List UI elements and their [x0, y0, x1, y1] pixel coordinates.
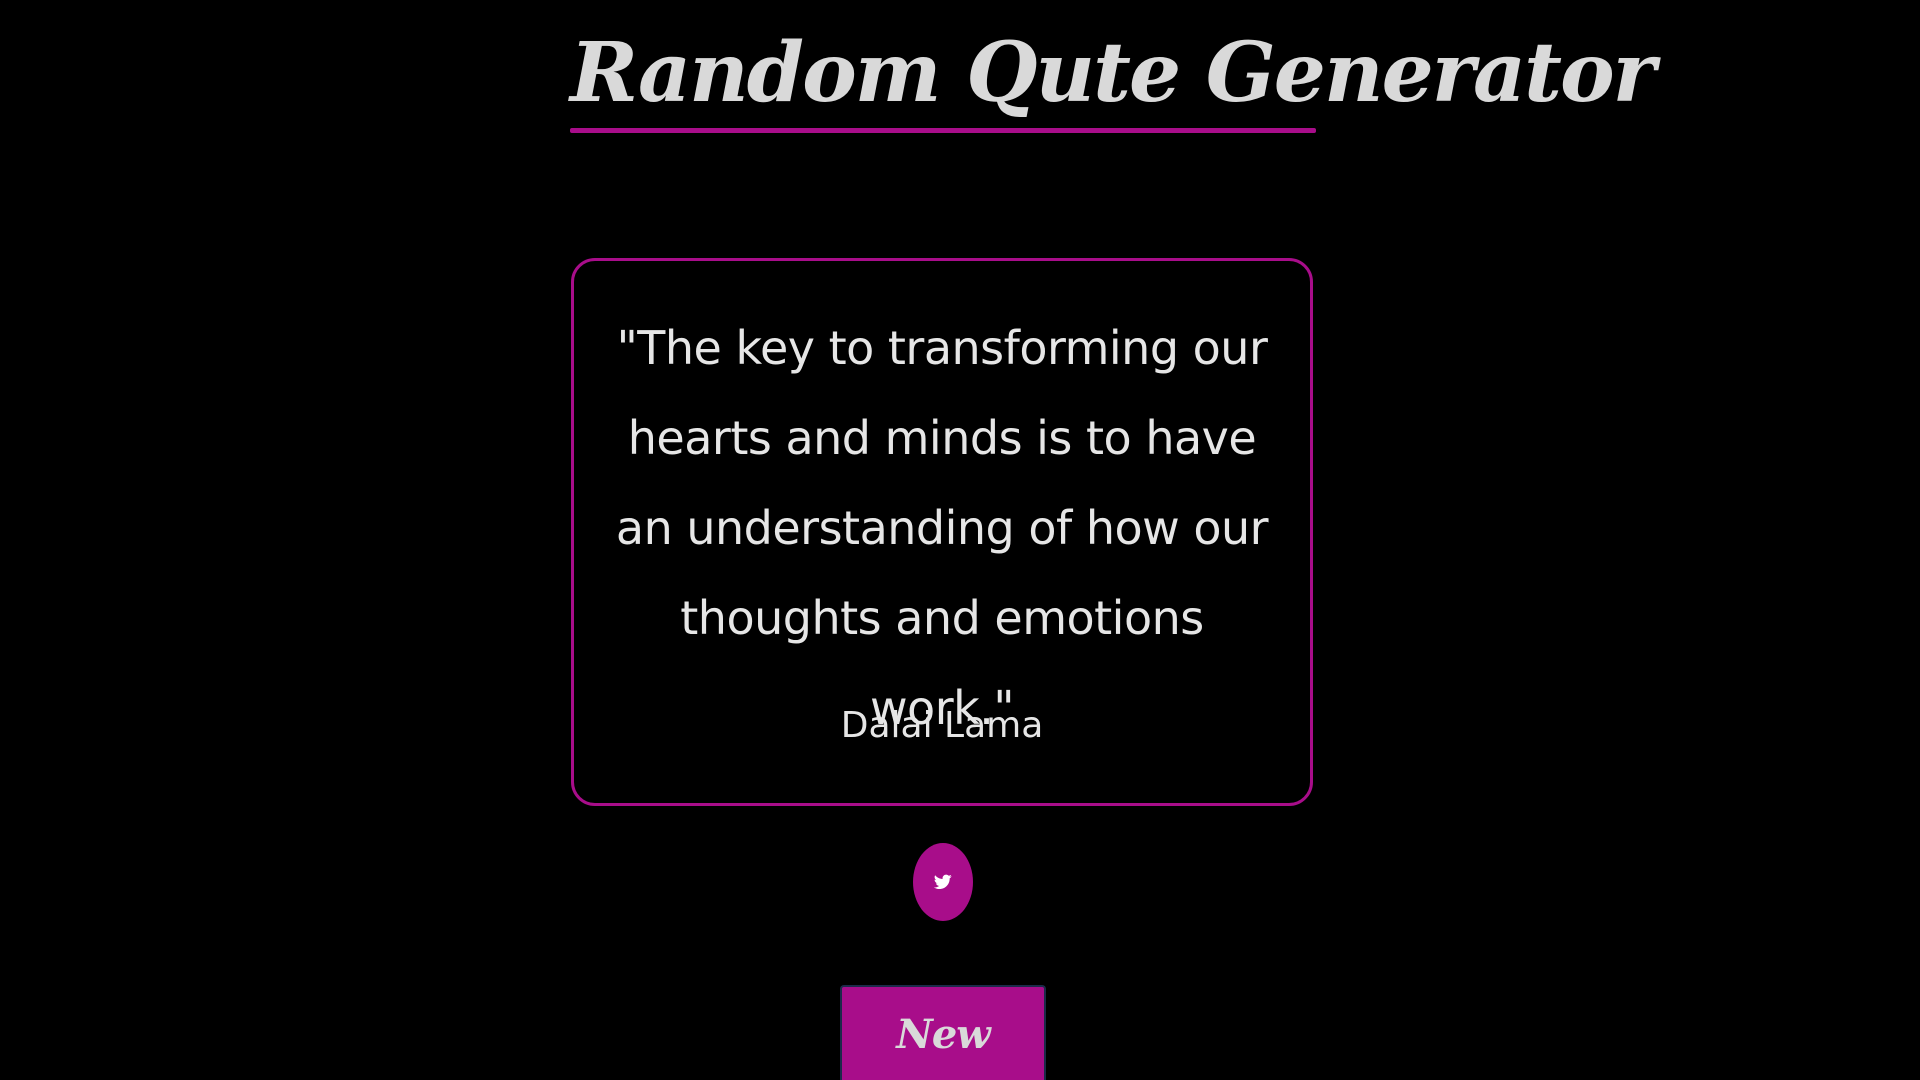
quote-author: Dalai Lama	[840, 705, 1044, 746]
new-quote-button[interactable]: New Quote	[840, 985, 1046, 1080]
quote-card: "The key to transforming our hearts and …	[571, 258, 1313, 806]
tweet-button[interactable]	[913, 843, 973, 921]
title-underline	[570, 128, 1316, 133]
twitter-bird-icon	[934, 874, 952, 890]
page-title: Random Qute Generator	[570, 25, 1656, 121]
quote-text: "The key to transforming our hearts and …	[615, 321, 1269, 735]
